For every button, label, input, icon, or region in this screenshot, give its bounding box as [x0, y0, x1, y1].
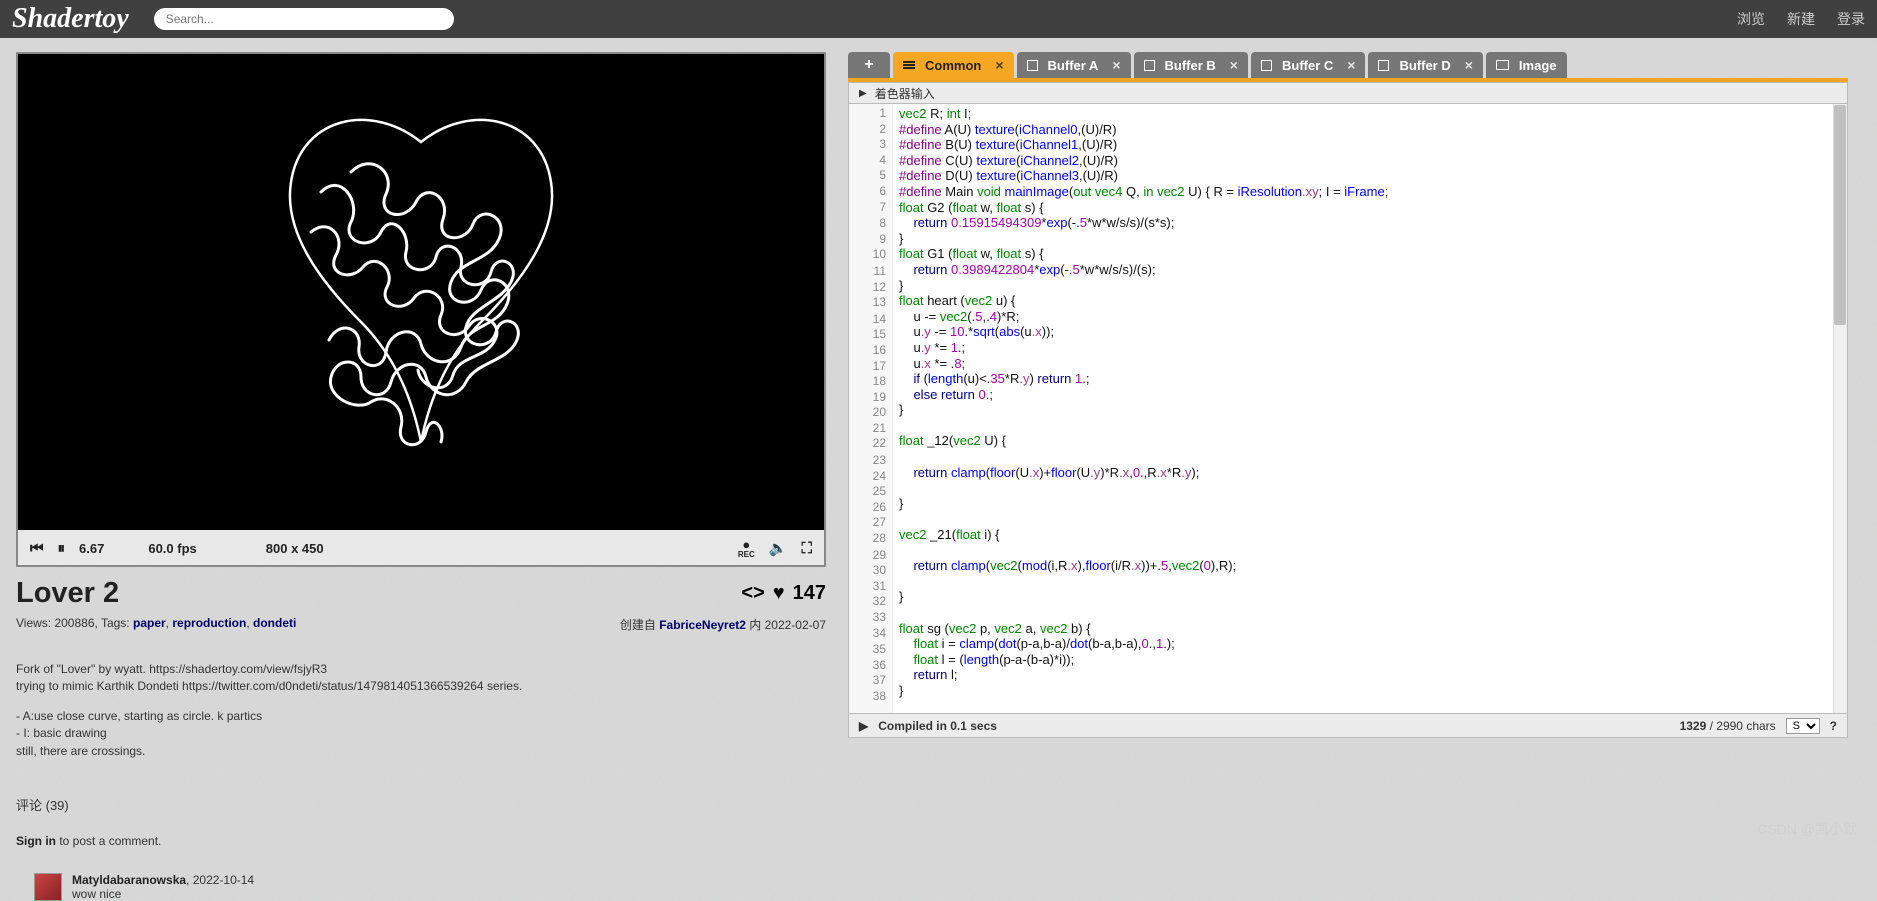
meta-row: Views: 200886, Tags: paper, reproduction…: [16, 616, 826, 633]
close-icon[interactable]: ×: [1465, 57, 1473, 73]
volume-icon[interactable]: 🔈: [769, 539, 788, 557]
tab-bar: + Common × Buffer A× Buffer B× Buffer C×…: [848, 52, 1848, 78]
comment-item: Matyldabaranowska, 2022-10-14 wow nice: [16, 873, 826, 901]
tag-dondeti[interactable]: dondeti: [253, 616, 296, 630]
font-size-select[interactable]: S: [1786, 718, 1820, 734]
desc-line: - I: basic drawing: [16, 725, 826, 742]
player-controls: ⏮ ⏸ 6.67 60.0 fps 800 x 450 ●REC 🔈 ⛶: [18, 530, 824, 566]
pause-icon[interactable]: ⏸: [58, 540, 66, 557]
nav-login[interactable]: 登录: [1837, 9, 1865, 29]
close-icon[interactable]: ×: [1347, 57, 1355, 73]
fps-display: 60.0 fps: [148, 541, 196, 556]
search-input[interactable]: [154, 8, 454, 30]
inputs-label: 着色器输入: [875, 85, 935, 102]
record-button[interactable]: ●REC: [738, 538, 755, 559]
nav-browse[interactable]: 浏览: [1737, 9, 1765, 29]
time-display: 6.67: [79, 541, 104, 556]
views-tags-prefix: Views: 200886, Tags:: [16, 616, 133, 630]
nav-right: 浏览 新建 登录: [1737, 9, 1865, 29]
main-area: ⏮ ⏸ 6.67 60.0 fps 800 x 450 ●REC 🔈 ⛶ Lov…: [0, 38, 1877, 901]
tab-common[interactable]: Common ×: [893, 52, 1014, 78]
compile-status: Compiled in 0.1 secs: [878, 719, 997, 733]
help-button[interactable]: ?: [1830, 719, 1837, 733]
rewind-icon[interactable]: ⏮: [30, 540, 44, 557]
tab-buffer-b[interactable]: Buffer B×: [1134, 52, 1248, 78]
buffer-icon: [1027, 60, 1038, 71]
tab-buffer-a[interactable]: Buffer A×: [1017, 52, 1131, 78]
cursor-pos: 1329: [1680, 719, 1707, 733]
desc-line: - A:use close curve, starting as circle.…: [16, 708, 826, 725]
tab-buffer-c[interactable]: Buffer C×: [1251, 52, 1365, 78]
embed-icon[interactable]: <>: [741, 582, 764, 605]
line-gutter: 1234567891011121314151617181920212223242…: [849, 104, 893, 713]
lines-icon: [903, 61, 915, 69]
tag-reproduction[interactable]: reproduction: [172, 616, 246, 630]
desc-line: trying to mimic Karthik Dondeti https://…: [16, 678, 826, 695]
logo[interactable]: Shadertoy: [12, 3, 129, 35]
code-area[interactable]: vec2 R; int I;#define A(U) texture(iChan…: [893, 104, 1847, 713]
description: Fork of "Lover" by wyatt. https://shader…: [16, 661, 826, 760]
tab-buffer-d[interactable]: Buffer D×: [1368, 52, 1482, 78]
chars-total: / 2990 chars: [1706, 719, 1775, 733]
editor-pane: + Common × Buffer A× Buffer B× Buffer C×…: [848, 52, 1848, 901]
desc-line: still, there are crossings.: [16, 743, 826, 760]
shader-inputs-bar[interactable]: ▶ 着色器输入: [848, 82, 1848, 104]
run-icon[interactable]: ▶: [859, 719, 868, 733]
scroll-thumb[interactable]: [1834, 105, 1846, 325]
heart-icon[interactable]: ♥: [773, 582, 785, 605]
left-column: ⏮ ⏸ 6.67 60.0 fps 800 x 450 ●REC 🔈 ⛶ Lov…: [16, 52, 826, 901]
desc-line: Fork of "Lover" by wyatt. https://shader…: [16, 661, 826, 678]
buffer-icon: [1378, 60, 1389, 71]
comments-heading: 评论 (39): [16, 795, 826, 814]
close-icon[interactable]: ×: [1230, 57, 1238, 73]
fullscreen-icon[interactable]: ⛶: [801, 540, 812, 557]
scrollbar[interactable]: [1833, 104, 1847, 713]
title-row: Lover 2 <> ♥ 147: [16, 577, 826, 610]
heart-squiggle-art: [211, 82, 631, 502]
image-icon: [1496, 60, 1509, 70]
nav-new[interactable]: 新建: [1787, 9, 1815, 29]
top-header: Shadertoy 浏览 新建 登录: [0, 0, 1877, 38]
signin-prompt: Sign in to post a comment.: [16, 834, 826, 848]
watermark: CSDN @凯小默: [1757, 819, 1857, 839]
author-link[interactable]: FabriceNeyret2: [659, 618, 746, 632]
avatar[interactable]: [34, 873, 62, 901]
buffer-icon: [1261, 60, 1272, 71]
status-bar: ▶ Compiled in 0.1 secs 1329 / 2990 chars…: [848, 714, 1848, 738]
resolution-display: 800 x 450: [266, 541, 324, 556]
created-suffix: 内 2022-02-07: [749, 618, 826, 632]
shader-title: Lover 2: [16, 577, 119, 610]
title-actions: <> ♥ 147: [741, 582, 826, 605]
comment-user[interactable]: Matyldabaranowska: [72, 873, 186, 887]
close-icon[interactable]: ×: [995, 57, 1003, 73]
buffer-icon: [1144, 60, 1155, 71]
like-count: 147: [793, 582, 826, 605]
player-frame: ⏮ ⏸ 6.67 60.0 fps 800 x 450 ●REC 🔈 ⛶: [16, 52, 826, 567]
close-icon[interactable]: ×: [1112, 57, 1120, 73]
comment-text: wow nice: [72, 887, 254, 901]
signin-link[interactable]: Sign in: [16, 834, 56, 848]
add-tab-button[interactable]: +: [848, 52, 890, 78]
expand-icon[interactable]: ▶: [859, 88, 867, 99]
created-prefix: 创建自: [620, 618, 659, 632]
code-editor[interactable]: 1234567891011121314151617181920212223242…: [848, 104, 1848, 714]
shader-canvas[interactable]: [18, 54, 824, 530]
tag-paper[interactable]: paper: [133, 616, 166, 630]
tab-image[interactable]: Image: [1486, 52, 1567, 78]
comment-date: , 2022-10-14: [186, 873, 254, 887]
